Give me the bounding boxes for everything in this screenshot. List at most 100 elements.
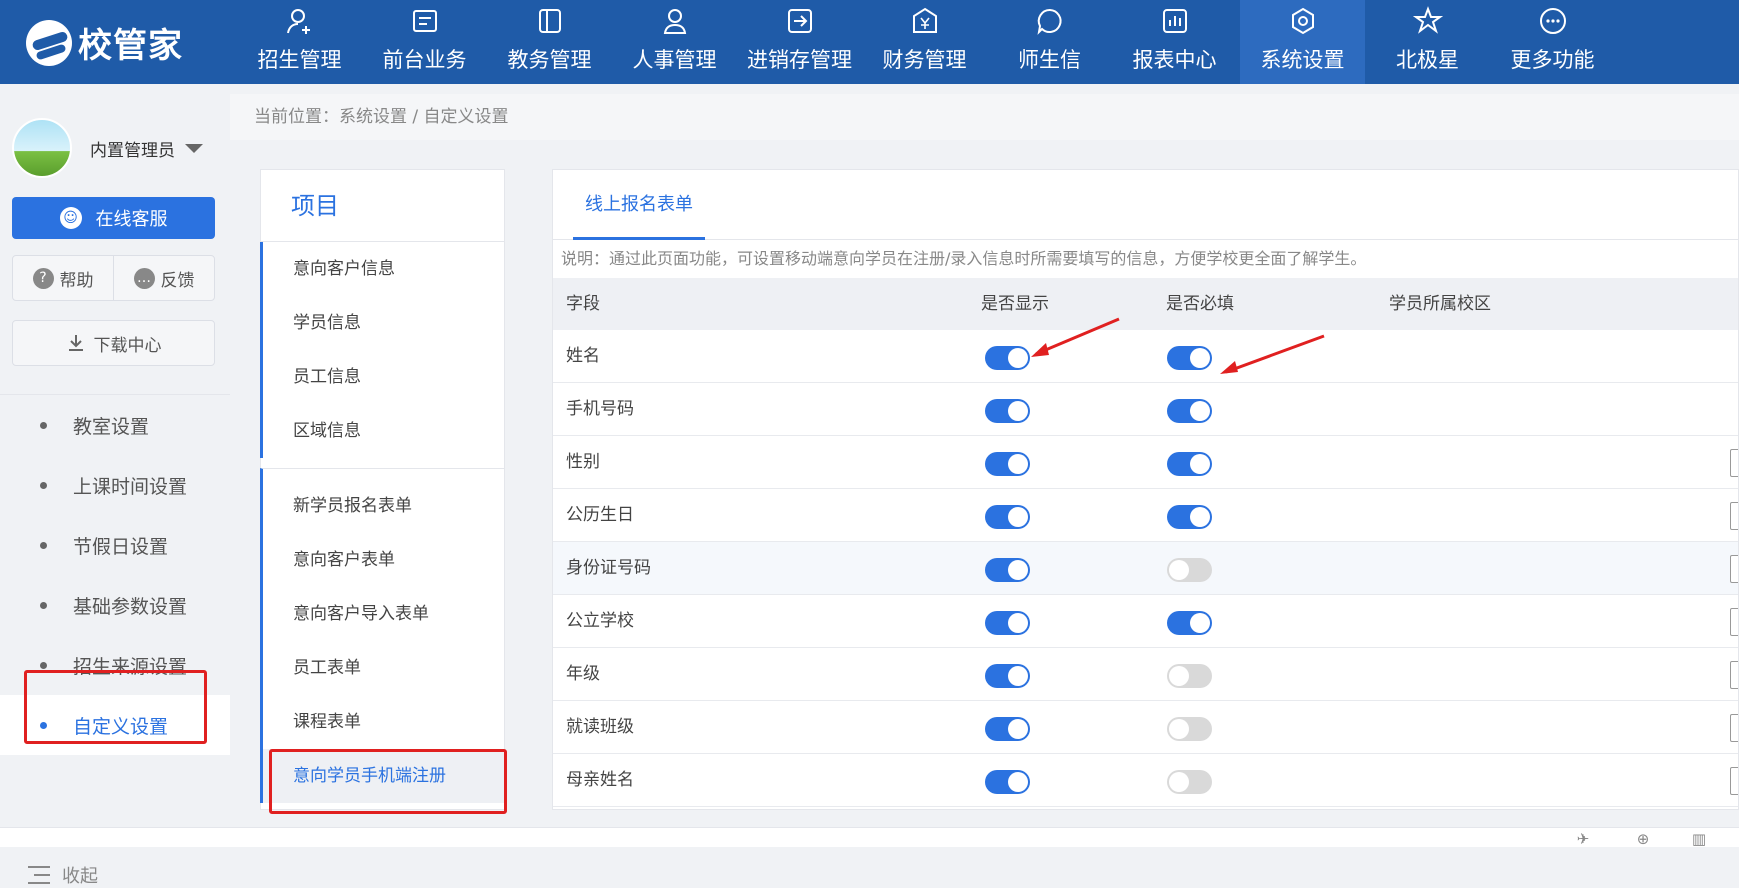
- toggle-knob: [1008, 719, 1028, 739]
- nav-item-polaris[interactable]: 北极星: [1365, 0, 1490, 84]
- menu-item-holidays[interactable]: 节假日设置: [0, 515, 230, 575]
- table-header: 字段 是否显示 是否必填 学员所属校区: [553, 278, 1738, 330]
- bullet-icon: [40, 601, 47, 609]
- required-toggle[interactable]: [1167, 664, 1212, 688]
- toggle-knob: [1008, 507, 1028, 527]
- toggle-knob: [1169, 719, 1189, 739]
- project-item[interactable]: 课程表单: [263, 695, 504, 749]
- nav-item-inventory[interactable]: 进销存管理: [737, 0, 862, 84]
- collapse-sidebar-button[interactable]: 收起: [28, 862, 98, 888]
- nav-item-front-desk[interactable]: 前台业务: [362, 0, 487, 84]
- toggle-knob: [1169, 666, 1189, 686]
- field-name: 年级: [566, 664, 600, 684]
- order-input[interactable]: [1730, 767, 1738, 795]
- required-toggle[interactable]: [1167, 558, 1212, 582]
- toggle-knob: [1008, 613, 1028, 633]
- toggle-knob: [1169, 560, 1189, 580]
- rocket-icon[interactable]: ✈: [1574, 831, 1592, 847]
- show-toggle[interactable]: [985, 770, 1030, 794]
- project-item[interactable]: 意向客户信息: [263, 242, 504, 296]
- collapse-icon: [28, 866, 50, 884]
- project-item[interactable]: 学员信息: [263, 296, 504, 350]
- show-toggle[interactable]: [985, 452, 1030, 476]
- nav-item-reports[interactable]: 报表中心: [1112, 0, 1237, 84]
- table-row: 母亲姓名: [553, 754, 1738, 807]
- form-settings-panel: 线上报名表单 说明：通过此页面功能，可设置移动端意向学员在注册/录入信息时所需要…: [552, 169, 1739, 810]
- project-item[interactable]: 意向客户导入表单: [263, 587, 504, 641]
- nav-label: 报表中心: [1132, 48, 1217, 72]
- toggle-knob: [1190, 613, 1210, 633]
- show-toggle[interactable]: [985, 399, 1030, 423]
- nav-item-enrollment[interactable]: 招生管理: [237, 0, 362, 84]
- message-icon: …: [133, 267, 155, 289]
- table-row: 身份证号码: [553, 542, 1738, 595]
- download-icon: [68, 335, 83, 351]
- nav-label: 师生信: [1018, 48, 1081, 72]
- order-input[interactable]: [1730, 661, 1738, 689]
- box-arrow-icon: [787, 9, 812, 33]
- required-toggle[interactable]: [1167, 611, 1212, 635]
- yen-icon: [912, 7, 937, 33]
- chat-icon: [1037, 8, 1062, 35]
- required-toggle[interactable]: [1167, 717, 1212, 741]
- toggle-knob: [1008, 454, 1028, 474]
- user-menu[interactable]: 内置管理员: [12, 118, 203, 178]
- nav-item-academic[interactable]: 教务管理: [487, 0, 612, 84]
- project-item[interactable]: 员工表单: [263, 641, 504, 695]
- show-toggle[interactable]: [985, 664, 1030, 688]
- nav-item-finance[interactable]: 财务管理: [862, 0, 987, 84]
- project-item[interactable]: 员工信息: [263, 350, 504, 404]
- show-toggle[interactable]: [985, 717, 1030, 741]
- table-row: 姓名: [553, 330, 1738, 383]
- help-label: 帮助: [59, 270, 94, 291]
- feedback-button[interactable]: … 反馈: [113, 256, 214, 300]
- required-toggle[interactable]: [1167, 770, 1212, 794]
- online-service-button[interactable]: ☺ 在线客服: [12, 197, 215, 239]
- toggle-knob: [1008, 401, 1028, 421]
- nav-item-more[interactable]: 更多功能: [1490, 0, 1615, 84]
- bullet-icon: [40, 421, 47, 429]
- required-toggle[interactable]: [1167, 399, 1212, 423]
- project-group-info: 意向客户信息 学员信息 员工信息 区域信息: [260, 242, 504, 458]
- add-icon[interactable]: ⊕: [1634, 831, 1652, 847]
- trash-icon[interactable]: ▥: [1690, 831, 1708, 847]
- order-input[interactable]: [1730, 714, 1738, 742]
- show-toggle[interactable]: [985, 505, 1030, 529]
- menu-item-class-time[interactable]: 上课时间设置: [0, 455, 230, 515]
- nav-label: 更多功能: [1510, 48, 1595, 72]
- required-toggle[interactable]: [1167, 346, 1212, 370]
- tab-online-signup-form[interactable]: 线上报名表单: [573, 170, 705, 240]
- toggle-knob: [1008, 666, 1028, 686]
- app-logo[interactable]: 校管家: [26, 18, 183, 67]
- menu-item-classroom[interactable]: 教室设置: [0, 395, 230, 455]
- order-input[interactable]: [1730, 608, 1738, 636]
- field-name: 姓名: [566, 346, 600, 366]
- breadcrumb: 当前位置：系统设置 / 自定义设置: [230, 94, 1739, 140]
- table-row: 手机号码: [553, 383, 1738, 436]
- menu-item-basic-params[interactable]: 基础参数设置: [0, 575, 230, 635]
- toggle-knob: [1190, 507, 1210, 527]
- field-name: 公立学校: [566, 611, 634, 631]
- column-header-required: 是否必填: [1166, 294, 1234, 314]
- nav-item-system-settings[interactable]: 系统设置: [1240, 0, 1365, 84]
- order-input[interactable]: [1730, 555, 1738, 583]
- show-toggle[interactable]: [985, 611, 1030, 635]
- nav-item-hr[interactable]: 人事管理: [612, 0, 737, 84]
- help-button[interactable]: ? 帮助: [13, 256, 113, 300]
- order-input[interactable]: [1730, 449, 1738, 477]
- highlight-annotation: [269, 749, 507, 814]
- menu-label: 上课时间设置: [73, 475, 188, 498]
- required-toggle[interactable]: [1167, 452, 1212, 476]
- column-header-field: 字段: [566, 294, 600, 314]
- download-label: 下载中心: [93, 335, 162, 356]
- show-toggle[interactable]: [985, 346, 1030, 370]
- project-item[interactable]: 区域信息: [263, 404, 504, 458]
- order-input[interactable]: [1730, 502, 1738, 530]
- show-toggle[interactable]: [985, 558, 1030, 582]
- project-item[interactable]: 意向客户表单: [263, 533, 504, 587]
- nav-item-messaging[interactable]: 师生信: [987, 0, 1112, 84]
- project-item[interactable]: 新学员报名表单: [263, 479, 504, 533]
- bullet-icon: [40, 661, 47, 669]
- required-toggle[interactable]: [1167, 505, 1212, 529]
- download-center-button[interactable]: 下载中心: [12, 320, 215, 366]
